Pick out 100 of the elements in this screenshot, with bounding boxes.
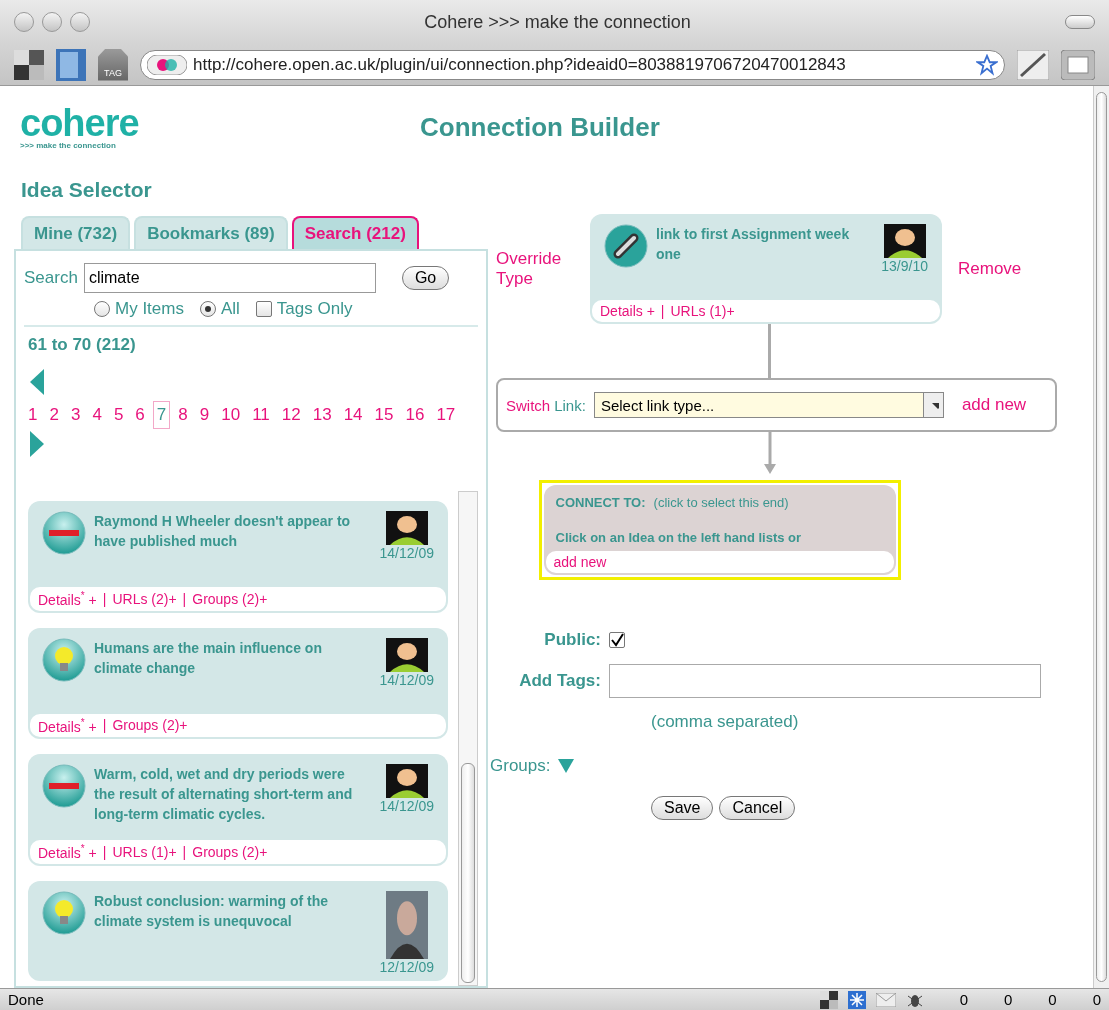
page-link[interactable]: 10 bbox=[217, 401, 245, 429]
page-link[interactable]: 2 bbox=[45, 401, 63, 429]
status-counter: 0 bbox=[1003, 991, 1013, 1008]
option-label: Tags Only bbox=[276, 299, 353, 319]
add-new-link[interactable]: add new bbox=[553, 554, 607, 570]
go-button[interactable]: Go bbox=[401, 266, 450, 290]
expand-triangle-icon[interactable] bbox=[558, 759, 575, 773]
tab[interactable]: Search (212) bbox=[291, 216, 419, 249]
snowflake-icon[interactable] bbox=[847, 990, 866, 1009]
page-link[interactable]: 3 bbox=[66, 401, 85, 429]
previous-icon[interactable] bbox=[30, 369, 44, 395]
bookmark-icon[interactable] bbox=[56, 48, 86, 81]
page-link[interactable]: 16 bbox=[401, 401, 429, 429]
window-control-icon[interactable] bbox=[42, 12, 62, 32]
status-counter: 0 bbox=[1092, 991, 1101, 1008]
card-link[interactable]: Details + bbox=[600, 303, 655, 319]
idea-date: 13/9/10 bbox=[881, 258, 928, 274]
card-link[interactable]: Details$^{*}$ + bbox=[38, 843, 97, 861]
separator: | bbox=[182, 590, 187, 607]
tag-button[interactable]: TAG bbox=[98, 48, 128, 81]
connect-target[interactable]: CONNECT TO: (click to select this end) Click on an Idea on the left hand lists or add new bbox=[538, 480, 901, 580]
avatar-icon bbox=[385, 511, 428, 545]
page-link[interactable]: 15 bbox=[370, 401, 398, 429]
card-link[interactable]: Groups (2)+ bbox=[192, 590, 268, 607]
link-type-select[interactable]: Select link type... bbox=[593, 392, 944, 418]
public-label: Public: bbox=[543, 630, 601, 650]
card-link[interactable]: Groups (2)+ bbox=[112, 717, 188, 734]
idea-title: Humans are the main influence on climate change bbox=[94, 638, 323, 678]
scrollbar[interactable] bbox=[458, 491, 478, 986]
remove-link[interactable]: Remove bbox=[958, 259, 1048, 279]
site-icon bbox=[147, 54, 187, 75]
logo-tagline: >>> make the connection bbox=[20, 140, 117, 150]
avatar-icon bbox=[883, 224, 926, 258]
search-field[interactable]: climate bbox=[83, 263, 376, 293]
card-link[interactable]: URLs (2)+ bbox=[112, 590, 177, 607]
tab[interactable]: Mine (732) bbox=[21, 216, 131, 249]
card-link[interactable]: Groups (2)+ bbox=[192, 844, 268, 861]
page-link[interactable]: 6 bbox=[131, 401, 149, 429]
page-link[interactable]: 8 bbox=[174, 401, 192, 429]
override-type-link[interactable]: Override Type bbox=[496, 249, 590, 289]
page-link[interactable]: 13 bbox=[308, 401, 336, 429]
resize-icon[interactable] bbox=[1017, 49, 1049, 80]
idea-card[interactable]: Raymond H Wheeler doesn't appear to have published much 14/12/09 Details$^{*}$ + | URLs (2)+ | Groups (2)+ bbox=[28, 501, 448, 613]
idea-title: Robust conclusion: warming of the climate system is unequvocal bbox=[94, 891, 330, 931]
idea-title: Warm, cold, wet and dry periods were the result of alternating short-term and long-term climatic cycles. bbox=[94, 765, 354, 825]
avatar-icon bbox=[385, 890, 428, 959]
star-icon[interactable] bbox=[976, 53, 998, 76]
save-button[interactable]: Save bbox=[651, 796, 714, 820]
public-checkbox[interactable] bbox=[609, 632, 625, 648]
idea-card[interactable]: link to first Assignment week one 13/9/10 Details + | URLs (1)+ bbox=[590, 214, 942, 324]
page-link[interactable]: 5 bbox=[109, 401, 128, 429]
tab[interactable]: Bookmarks (89) bbox=[134, 216, 288, 249]
page-link[interactable]: 9 bbox=[195, 401, 214, 429]
radio-button[interactable] bbox=[94, 301, 110, 317]
switch-link[interactable]: Switch bbox=[506, 396, 551, 414]
checkbox[interactable] bbox=[255, 301, 272, 317]
separator: | bbox=[102, 717, 107, 734]
idea-title: Raymond H Wheeler doesn't appear to have published much bbox=[94, 512, 352, 551]
page-link[interactable]: 17 bbox=[432, 401, 460, 429]
scrollbar[interactable] bbox=[1093, 86, 1109, 988]
page-link[interactable]: 11 bbox=[248, 401, 274, 429]
search-label: Search bbox=[24, 268, 78, 288]
address-field[interactable]: http://cohere.open.ac.uk/plugin/ui/connection.php?ideaid0=8038819706720470012843 bbox=[140, 49, 1005, 80]
cancel-button[interactable]: Cancel bbox=[719, 796, 796, 820]
card-link[interactable]: Details$^{*}$ + bbox=[38, 716, 97, 735]
idea-date: 14/12/09 bbox=[379, 545, 434, 561]
window-control-icon[interactable] bbox=[14, 12, 34, 32]
add-new-link[interactable]: add new bbox=[961, 395, 1027, 415]
page-link[interactable]: 7 bbox=[152, 401, 171, 429]
card-link[interactable]: Details$^{*}$ + bbox=[38, 590, 97, 608]
page-link[interactable]: 12 bbox=[277, 401, 305, 429]
grid-squares-icon[interactable] bbox=[14, 49, 44, 80]
section-title: Idea Selector bbox=[21, 178, 153, 202]
grid-icon[interactable] bbox=[1061, 49, 1095, 80]
page-link[interactable]: 14 bbox=[339, 401, 367, 429]
idea-card[interactable]: Robust conclusion: warming of the climate system is unequvocal 12/12/09 bbox=[28, 880, 448, 981]
tags-label: Add Tags: bbox=[518, 671, 601, 691]
status-text: Done bbox=[8, 991, 45, 1008]
idea-title: link to first Assignment week one bbox=[656, 225, 851, 264]
toolbar-toggle-icon[interactable] bbox=[1065, 15, 1095, 29]
idea-card[interactable]: Warm, cold, wet and dry periods were the result of alternating short-term and long-term climatic cycles. 14/12/09 Details$^{*}$ + | URLs (1)+ | Groups (2)+ bbox=[28, 754, 448, 866]
option-label: My Items bbox=[115, 299, 184, 319]
page-title: Connection Builder bbox=[420, 111, 660, 143]
card-link[interactable]: URLs (1)+ bbox=[112, 844, 177, 861]
chain-link-icon bbox=[604, 224, 648, 268]
connect-hint: (click to select this end) bbox=[653, 495, 789, 510]
window-control-icon[interactable] bbox=[70, 12, 90, 32]
idea-date: 12/12/09 bbox=[379, 958, 434, 975]
page-link[interactable]: 1 bbox=[24, 401, 42, 429]
tags-hint: (comma separated) bbox=[651, 712, 800, 732]
radio-button[interactable] bbox=[199, 301, 216, 317]
card-link[interactable]: URLs (1)+ bbox=[670, 303, 735, 319]
page-link[interactable]: 4 bbox=[88, 401, 106, 429]
tags-field[interactable] bbox=[609, 664, 1041, 698]
idea-card[interactable]: Humans are the main influence on climate change 14/12/09 Details$^{*}$ + | Groups (2)+ bbox=[28, 627, 448, 740]
separator: | bbox=[182, 844, 187, 861]
grid-squares-icon[interactable] bbox=[819, 990, 838, 1009]
mail-icon[interactable] bbox=[875, 992, 896, 1007]
next-icon[interactable] bbox=[30, 431, 44, 457]
separator: | bbox=[102, 844, 107, 861]
